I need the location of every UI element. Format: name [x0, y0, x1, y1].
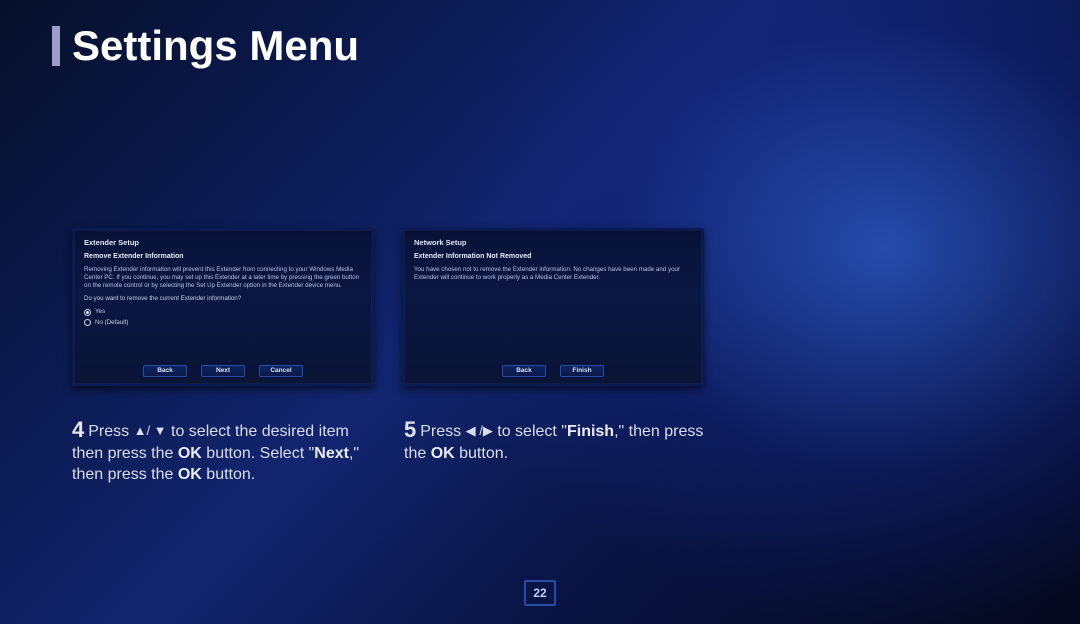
- option-no-default[interactable]: No (Default): [84, 319, 362, 327]
- text: Press: [420, 423, 465, 440]
- panel-button-row: Back Next Cancel: [74, 365, 372, 377]
- finish-label: Finish: [567, 423, 614, 440]
- text: to select ": [493, 423, 567, 440]
- panel-question: Do you want to remove the current Extend…: [84, 295, 362, 303]
- network-setup-panel: Network Setup Extender Information Not R…: [402, 228, 704, 386]
- manual-page: Settings Menu Extender Setup Remove Exte…: [0, 0, 1080, 624]
- title-bar: Settings Menu: [52, 20, 359, 70]
- panel-button-row: Back Finish: [404, 365, 702, 377]
- radio-icon: [84, 309, 91, 316]
- panel-body: You have chosen not to remove the Extend…: [414, 266, 692, 282]
- step-4: 4Press ▲/ ▼ to select the desired item t…: [72, 416, 374, 485]
- panel-title: Network Setup: [414, 238, 692, 247]
- ok-label: OK: [178, 466, 202, 483]
- next-label: Next: [314, 445, 349, 462]
- title-accent: [52, 26, 60, 66]
- ok-label: OK: [178, 445, 202, 462]
- cancel-button[interactable]: Cancel: [259, 365, 303, 377]
- panel-subtitle: Extender Information Not Removed: [414, 253, 692, 262]
- option-label: Yes: [95, 308, 105, 316]
- text: Press: [88, 423, 133, 440]
- radio-icon: [84, 319, 91, 326]
- step-5: 5Press ◀ /▶ to select "Finish," then pre…: [404, 416, 706, 485]
- screenshot-panels: Extender Setup Remove Extender Informati…: [72, 228, 704, 386]
- back-button[interactable]: Back: [143, 365, 187, 377]
- next-button[interactable]: Next: [201, 365, 245, 377]
- text: button.: [202, 466, 255, 483]
- finish-button[interactable]: Finish: [560, 365, 604, 377]
- step-number: 5: [404, 416, 416, 444]
- panel-title: Extender Setup: [84, 238, 362, 247]
- option-yes[interactable]: Yes: [84, 308, 362, 316]
- step-number: 4: [72, 416, 84, 444]
- left-right-arrows-icon: ◀ /▶: [466, 423, 493, 438]
- up-down-arrows-icon: ▲/ ▼: [134, 423, 167, 438]
- option-label: No (Default): [95, 319, 128, 327]
- text: button.: [455, 445, 508, 462]
- back-button[interactable]: Back: [502, 365, 546, 377]
- text: button. Select ": [202, 445, 314, 462]
- ok-label: OK: [431, 445, 455, 462]
- extender-setup-panel: Extender Setup Remove Extender Informati…: [72, 228, 374, 386]
- page-number: 22: [524, 580, 556, 606]
- instruction-steps: 4Press ▲/ ▼ to select the desired item t…: [72, 416, 706, 485]
- page-title: Settings Menu: [72, 22, 359, 70]
- panel-body: Removing Extender information will preve…: [84, 266, 362, 289]
- panel-subtitle: Remove Extender Information: [84, 253, 362, 262]
